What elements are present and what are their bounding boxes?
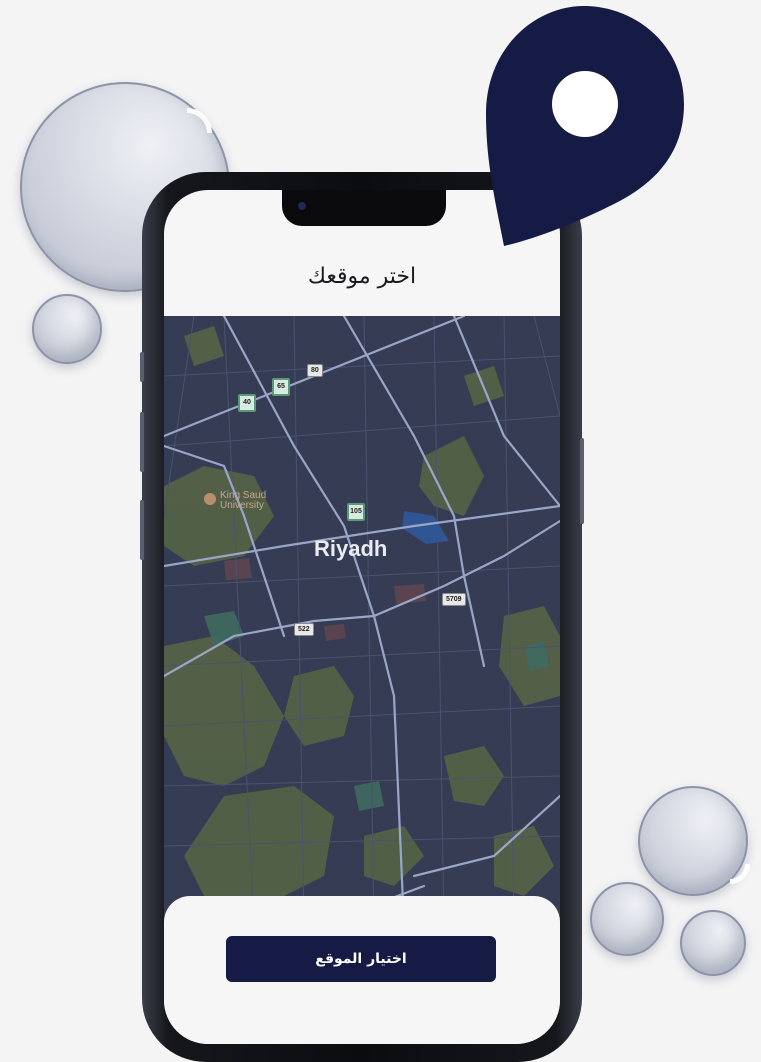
route-shield-522: 522 (294, 623, 314, 636)
route-shield-80: 80 (307, 364, 323, 377)
map-view[interactable]: King Saud University Riyadh 40 65 80 105… (164, 316, 560, 926)
route-shield-40: 40 (238, 394, 256, 412)
decor-bubble-right-mid (590, 882, 664, 956)
route-shield-65: 65 (272, 378, 290, 396)
phone-frame: اختر موقعك King Saud University Riyadh 4… (140, 172, 584, 1062)
route-shield-105: 105 (347, 503, 365, 521)
decor-bubble-right-small (680, 910, 746, 976)
phone-side-button (140, 352, 144, 382)
select-location-button[interactable]: اختيار الموقع (226, 936, 496, 982)
decor-bubble-small (32, 294, 102, 364)
poi-king-saud-university[interactable]: King Saud University (204, 491, 266, 511)
poi-label-line2: University (220, 500, 264, 511)
city-label: Riyadh (314, 536, 388, 561)
phone-volume-up-button (140, 412, 144, 472)
camera-icon (298, 202, 306, 210)
location-pin-icon (486, 6, 684, 246)
university-icon (204, 493, 216, 505)
phone-notch (282, 190, 446, 226)
phone-screen: اختر موقعك King Saud University Riyadh 4… (164, 190, 560, 1044)
phone-power-button (580, 438, 584, 524)
map-tiles (164, 316, 560, 926)
bottom-sheet: اختيار الموقع (164, 896, 560, 1044)
page-title: اختر موقعك (307, 264, 417, 289)
route-shield-5709: 5709 (442, 593, 466, 606)
decor-bubble-right-large (638, 786, 759, 896)
phone-volume-down-button (140, 500, 144, 560)
